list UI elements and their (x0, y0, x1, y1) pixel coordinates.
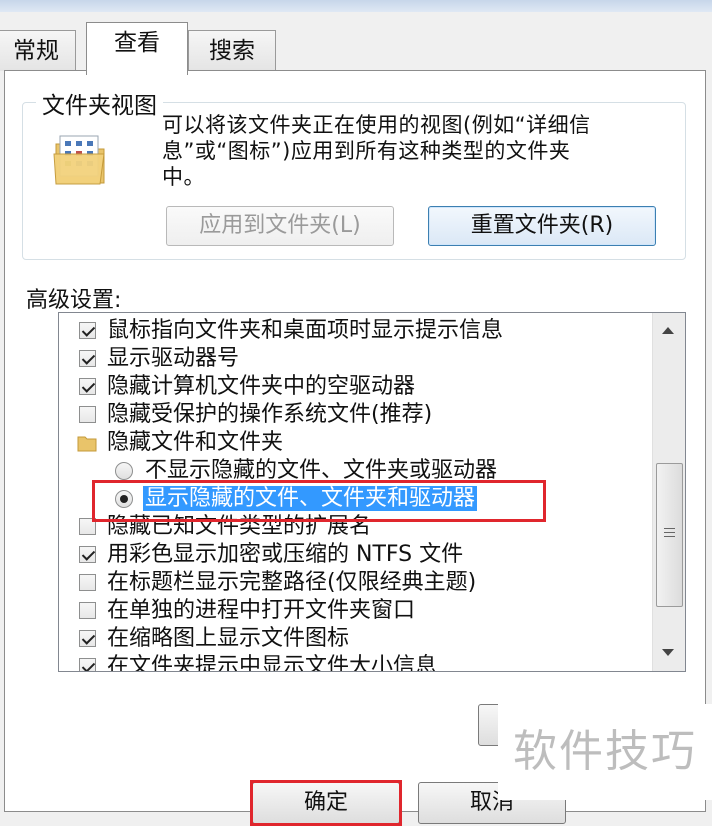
checkbox[interactable] (79, 546, 96, 563)
highlight-annotation-box (92, 480, 546, 522)
tab-search-label: 搜索 (209, 38, 255, 64)
list-item[interactable]: 在单独的进程中打开文件夹窗口 (59, 597, 685, 625)
list-item-label: 在标题栏显示完整路径(仅限经典主题) (107, 570, 477, 595)
scroll-down-arrow-icon[interactable] (662, 649, 674, 656)
list-item-label: 隐藏受保护的操作系统文件(推荐) (107, 402, 433, 427)
list-item-label: 隐藏计算机文件夹中的空驱动器 (107, 374, 416, 399)
checkbox[interactable] (79, 658, 96, 671)
checkbox[interactable] (79, 322, 96, 339)
list-item-label: 鼠标指向文件夹和桌面项时显示提示信息 (107, 318, 504, 343)
apply-to-folders-button[interactable]: 应用到文件夹(L) (166, 206, 394, 246)
list-item[interactable]: 用彩色显示加密或压缩的 NTFS 文件 (59, 541, 685, 569)
window-top-strip (0, 0, 712, 12)
tab-view-label: 查看 (114, 30, 160, 56)
checkbox[interactable] (79, 378, 96, 395)
folder-view-icon (52, 130, 108, 188)
ok-button-annotation-box (250, 780, 402, 826)
list-item[interactable]: 显示驱动器号 (59, 345, 685, 373)
advanced-settings-label: 高级设置: (26, 288, 122, 313)
tab-general-label: 常规 (13, 38, 59, 64)
reset-folders-button[interactable]: 重置文件夹(R) (428, 206, 656, 246)
list-item-label: 隐藏文件和文件夹 (107, 430, 284, 455)
radio-button[interactable] (115, 462, 133, 480)
checkbox[interactable] (79, 406, 96, 423)
list-item[interactable]: 在标题栏显示完整路径(仅限经典主题) (59, 569, 685, 597)
list-item-label: 在缩略图上显示文件图标 (107, 626, 350, 651)
grip-line (664, 532, 675, 533)
description-line-3: 中。 (162, 165, 205, 189)
list-item[interactable]: 鼠标指向文件夹和桌面项时显示提示信息 (59, 317, 685, 345)
list-item[interactable]: 隐藏计算机文件夹中的空驱动器 (59, 373, 685, 401)
tab-general[interactable]: 常规 (0, 30, 76, 71)
list-item[interactable]: 在缩略图上显示文件图标 (59, 625, 685, 653)
list-item[interactable]: 在文件夹提示中显示文件大小信息 (59, 653, 685, 672)
folder-view-group-label: 文件夹视图 (36, 86, 163, 120)
grip-line (664, 536, 675, 537)
tab-search[interactable]: 搜索 (188, 30, 276, 71)
list-item-label: 用彩色显示加密或压缩的 NTFS 文件 (107, 542, 464, 567)
scrollbar-thumb[interactable] (656, 463, 683, 607)
list-item-label: 在文件夹提示中显示文件大小信息 (107, 654, 438, 672)
scroll-up-arrow-icon[interactable] (662, 327, 674, 334)
list-item-label: 显示驱动器号 (107, 346, 240, 371)
watermark: 软件技巧 (498, 704, 712, 800)
list-item-label: 在单独的进程中打开文件夹窗口 (107, 598, 416, 623)
checkbox[interactable] (79, 602, 96, 619)
tab-view[interactable]: 查看 (86, 22, 188, 75)
vertical-scrollbar[interactable] (652, 313, 685, 671)
list-item[interactable]: 隐藏受保护的操作系统文件(推荐) (59, 401, 685, 429)
description-line-1: 可以将该文件夹正在使用的视图(例如“详细信 (162, 113, 591, 137)
checkbox[interactable] (79, 350, 96, 367)
list-item-folder: 隐藏文件和文件夹 (59, 429, 685, 457)
description-line-2: 息”或“图标”)应用到所有这种类型的文件夹 (162, 139, 571, 163)
checkbox[interactable] (79, 574, 96, 591)
grip-line (664, 528, 675, 529)
folder-view-description: 可以将该文件夹正在使用的视图(例如“详细信 息”或“图标”)应用到所有这种类型的… (162, 112, 662, 190)
checkbox[interactable] (79, 630, 96, 647)
